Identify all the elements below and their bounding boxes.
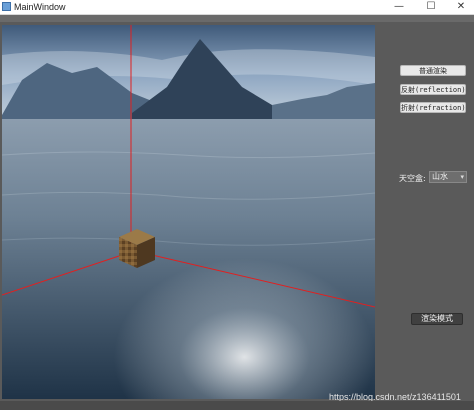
window-title: MainWindow (14, 2, 66, 12)
close-button[interactable]: ✕ (446, 0, 474, 14)
control-panel: 普通渲染 反射(reflection) 折射(refraction) 天空盒: … (376, 25, 474, 399)
maximize-button[interactable]: ☐ (416, 0, 446, 14)
skybox-scene (2, 25, 375, 399)
reflection-button[interactable]: 反射(reflection) (400, 84, 466, 95)
status-bar (0, 401, 474, 410)
minimize-button[interactable]: — (384, 0, 414, 14)
textured-cube (119, 229, 155, 268)
menu-strip (0, 15, 474, 22)
chevron-down-icon: ▾ (460, 173, 464, 181)
skybox-selected-value: 山水 (432, 172, 448, 181)
skybox-select[interactable]: 山水 ▾ (429, 171, 467, 183)
app-icon (2, 2, 11, 11)
title-bar: MainWindow — ☐ ✕ (0, 0, 474, 15)
refraction-button[interactable]: 折射(refraction) (400, 102, 466, 113)
render-mode-button[interactable]: 渲染模式 (411, 313, 463, 325)
opengl-viewport[interactable] (2, 25, 375, 399)
skybox-label: 天空盒: (399, 174, 426, 183)
normal-render-button[interactable]: 普通渲染 (400, 65, 466, 76)
